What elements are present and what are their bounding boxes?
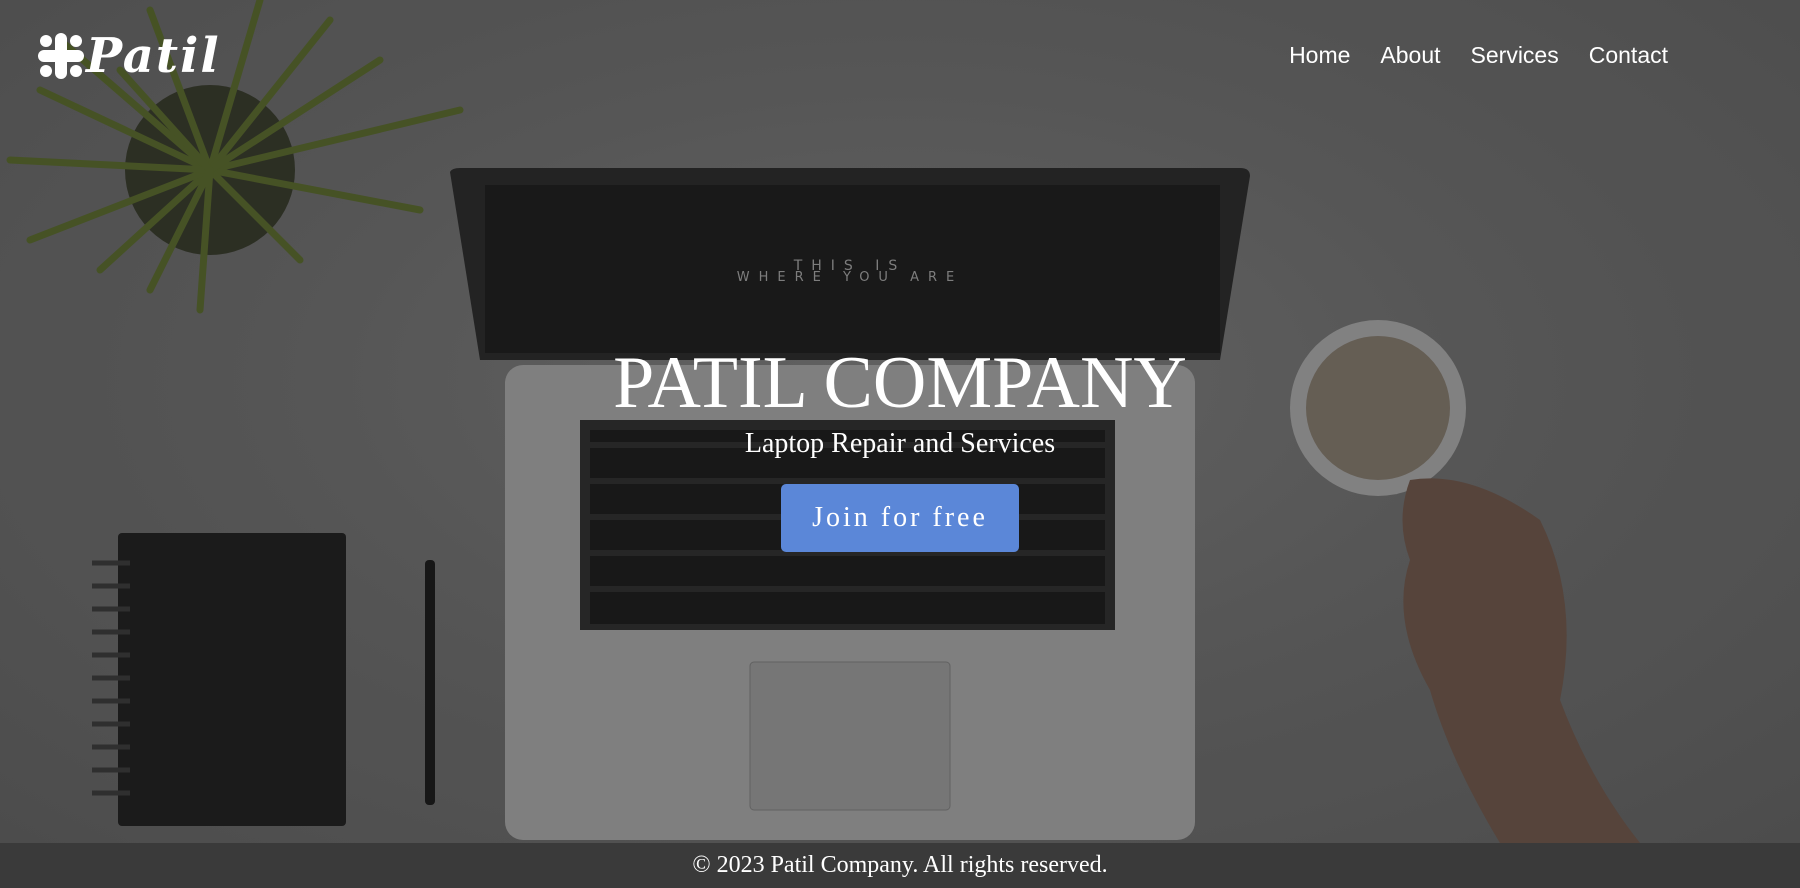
footer: © 2023 Patil Company. All rights reserve… [0, 843, 1800, 888]
nav-home-link[interactable]: Home [1289, 42, 1350, 69]
main-nav: Home About Services Contact [1289, 42, 1668, 69]
nav-services-link[interactable]: Services [1471, 42, 1559, 69]
footer-copyright: © 2023 Patil Company. All rights reserve… [692, 852, 1108, 878]
hero-content: PATIL COMPANY Laptop Repair and Services… [0, 344, 1800, 552]
slack-like-logo-icon [38, 33, 84, 79]
nav-about-link[interactable]: About [1380, 42, 1440, 69]
brand-name: Patil [86, 28, 221, 84]
hero-subtitle: Laptop Repair and Services [744, 428, 1056, 459]
hero-title: PATIL COMPANY [613, 342, 1187, 424]
brand-logo[interactable]: Patil [36, 28, 221, 84]
nav-contact-link[interactable]: Contact [1589, 42, 1668, 69]
join-for-free-button[interactable]: Join for free [781, 484, 1019, 552]
